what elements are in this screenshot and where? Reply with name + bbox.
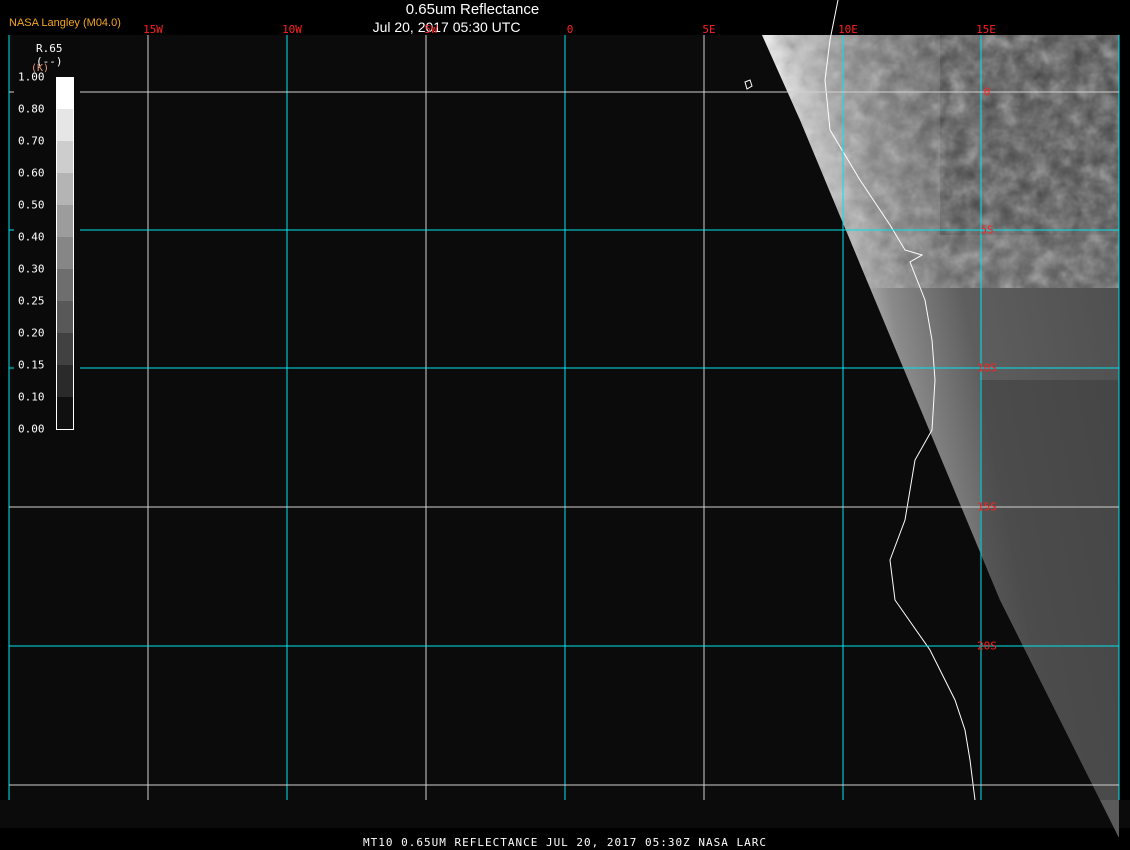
longitude-label: 5E — [702, 23, 716, 36]
latitude-label: 10S — [977, 361, 997, 375]
legend-tick: 0.60 — [18, 166, 45, 180]
latitude-label: 20S — [977, 639, 997, 653]
longitude-label: 10E — [838, 23, 858, 36]
legend-tick: 0.70 — [18, 134, 45, 148]
legend-tick: 0.50 — [18, 198, 45, 212]
legend-tick: 0.15 — [18, 358, 45, 372]
legend-tick: 0.40 — [18, 230, 45, 244]
colorbar-swatch — [57, 269, 73, 301]
legend-title: R.65 — [36, 42, 63, 55]
legend-tick: 0.20 — [18, 326, 45, 340]
colorbar-swatch — [57, 397, 73, 429]
colorbar-swatch — [57, 141, 73, 173]
legend-tick: 0.25 — [18, 294, 45, 308]
legend-tick: 0.30 — [18, 262, 45, 276]
colorbar-swatch — [57, 237, 73, 269]
footer-caption: MT10 0.65UM REFLECTANCE JUL 20, 2017 05:… — [363, 836, 767, 849]
legend-tick: 0.00 — [18, 422, 45, 436]
longitude-label: 0 — [566, 23, 574, 36]
longitude-label: 15E — [976, 23, 996, 36]
longitude-label: 5W — [424, 23, 438, 36]
longitude-label: 10W — [282, 23, 302, 36]
colorbar — [56, 77, 74, 430]
colorbar-swatch — [57, 77, 73, 109]
latitude-label: 0 — [983, 85, 991, 99]
latitude-label: 15S — [977, 500, 997, 514]
legend-tick: 0.80 — [18, 102, 45, 116]
colorbar-swatch — [57, 109, 73, 141]
satellite-image — [0, 0, 1130, 838]
latitude-label: 5S — [980, 223, 994, 237]
colorbar-swatch — [57, 365, 73, 397]
legend-tick: 0.10 — [18, 390, 45, 404]
colorbar-swatch — [57, 301, 73, 333]
legend-tick: 1.00 — [18, 70, 45, 84]
color-legend: R.65 (--) (K) 1.00 0.80 0.70 0.60 0.50 0.40 0.… — [14, 35, 80, 441]
colorbar-swatch — [57, 173, 73, 205]
colorbar-swatch — [57, 205, 73, 237]
longitude-label: 15W — [143, 23, 163, 36]
colorbar-swatch — [57, 333, 73, 365]
